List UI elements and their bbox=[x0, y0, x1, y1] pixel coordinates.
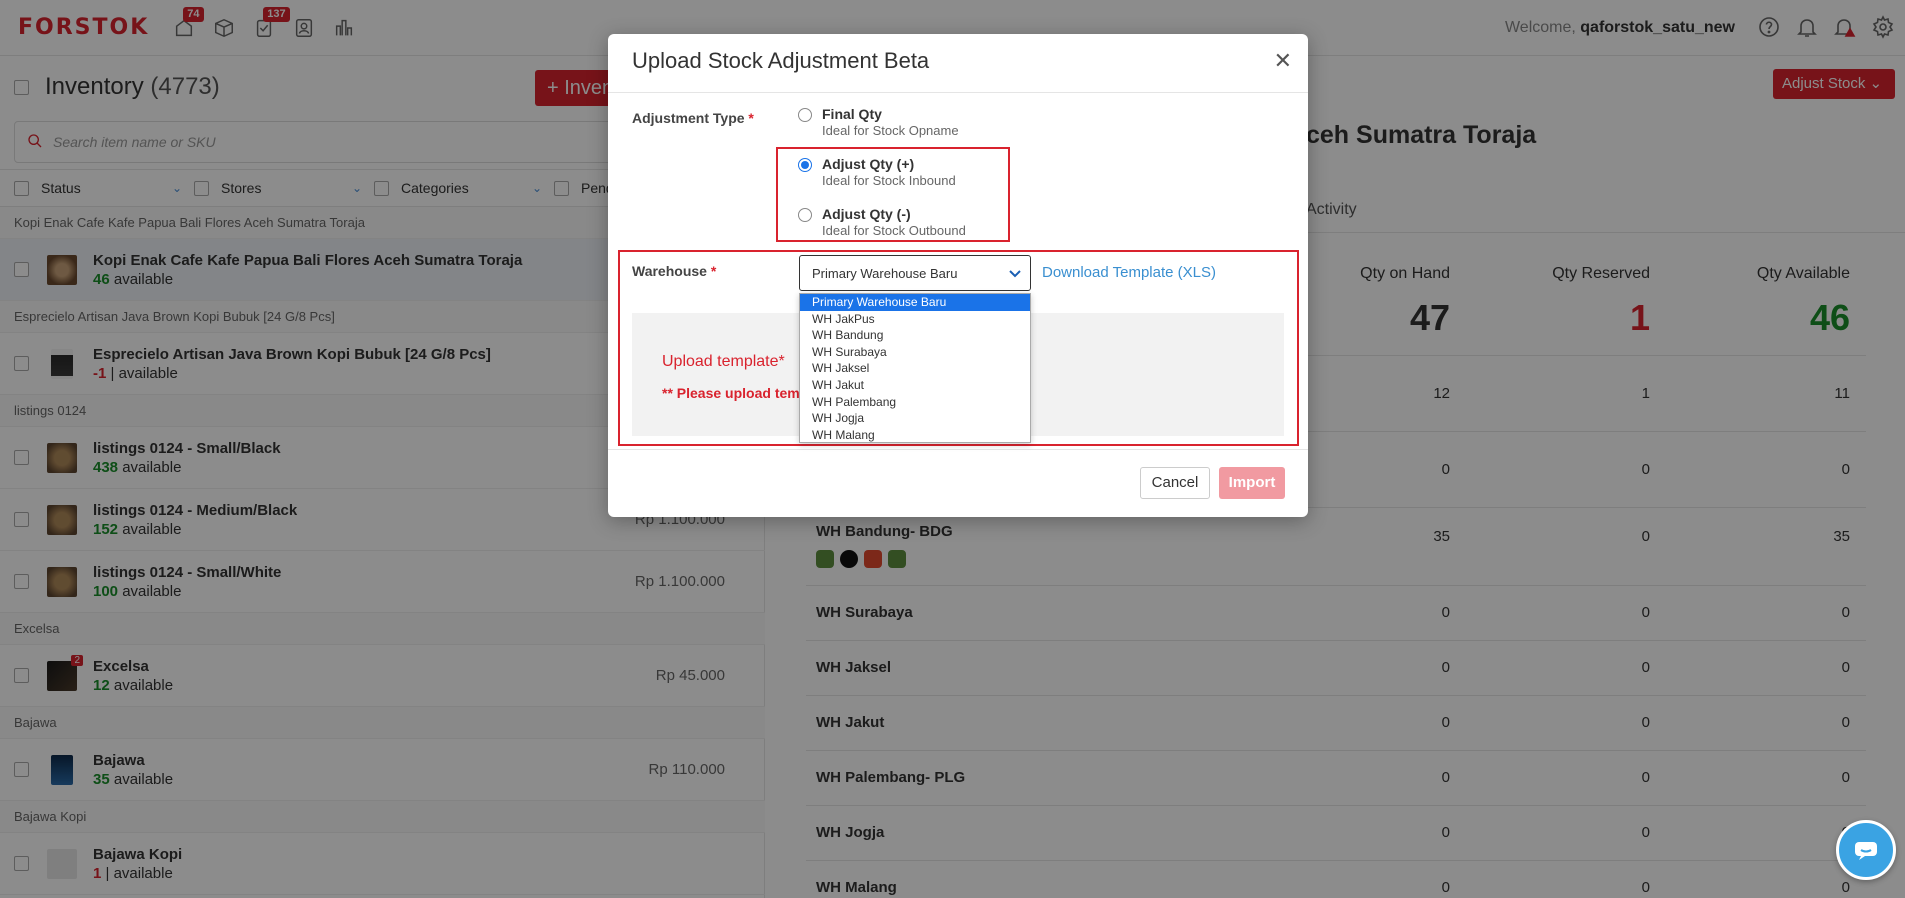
divider bbox=[608, 449, 1308, 450]
adjustment-type-text: Adjustment Type bbox=[632, 110, 745, 126]
option-title: Adjust Qty (+) bbox=[822, 156, 915, 172]
adjustment-type-label: Adjustment Type * bbox=[632, 110, 754, 126]
option-subtitle: Ideal for Stock Outbound bbox=[822, 223, 966, 238]
warehouse-selected-value: Primary Warehouse Baru bbox=[812, 265, 958, 281]
dropdown-option[interactable]: WH Jogja bbox=[800, 410, 1030, 427]
dropdown-option[interactable]: WH Surabaya bbox=[800, 344, 1030, 361]
option-subtitle: Ideal for Stock Opname bbox=[822, 123, 959, 138]
dropdown-option[interactable]: WH Malang bbox=[800, 427, 1030, 444]
upload-note: ** Please upload tem bbox=[662, 385, 800, 401]
required-mark: * bbox=[778, 353, 785, 370]
chevron-down-icon bbox=[1008, 266, 1022, 283]
option-final-qty[interactable]: Final Qty Ideal for Stock Opname bbox=[798, 106, 959, 138]
dropdown-option[interactable]: Primary Warehouse Baru bbox=[800, 294, 1030, 311]
upload-label-text: Upload template bbox=[662, 353, 779, 370]
radio-adjust-qty-plus[interactable] bbox=[798, 158, 812, 172]
option-adjust-qty-plus[interactable]: Adjust Qty (+) Ideal for Stock Inbound bbox=[798, 156, 956, 188]
radio-final-qty[interactable] bbox=[798, 108, 812, 122]
dropdown-option[interactable]: WH Bandung bbox=[800, 327, 1030, 344]
dropdown-option[interactable]: WH JakPus bbox=[800, 311, 1030, 328]
required-mark: * bbox=[710, 263, 717, 279]
option-title: Final Qty bbox=[822, 106, 882, 122]
upload-stock-adjustment-modal: Upload Stock Adjustment Beta ✕ Adjustmen… bbox=[608, 34, 1308, 517]
option-subtitle: Ideal for Stock Inbound bbox=[822, 173, 956, 188]
required-mark: * bbox=[748, 110, 754, 126]
modal-title: Upload Stock Adjustment Beta bbox=[632, 48, 930, 73]
upload-template-label: Upload template* bbox=[662, 353, 785, 371]
warehouse-select[interactable]: Primary Warehouse Baru bbox=[799, 255, 1031, 291]
warehouse-label: Warehouse * bbox=[632, 263, 716, 279]
divider bbox=[608, 92, 1308, 93]
download-template-link[interactable]: Download Template (XLS) bbox=[1042, 264, 1216, 281]
warehouse-label-text: Warehouse bbox=[632, 263, 707, 279]
dropdown-option[interactable]: WH Palembang bbox=[800, 394, 1030, 411]
option-adjust-qty-minus[interactable]: Adjust Qty (-) Ideal for Stock Outbound bbox=[798, 206, 966, 238]
radio-adjust-qty-minus[interactable] bbox=[798, 208, 812, 222]
chat-icon[interactable] bbox=[1836, 820, 1896, 880]
dropdown-option[interactable]: WH Jaksel bbox=[800, 360, 1030, 377]
dropdown-option[interactable]: WH Jakut bbox=[800, 377, 1030, 394]
cancel-button[interactable]: Cancel bbox=[1140, 467, 1210, 499]
import-button[interactable]: Import bbox=[1219, 467, 1285, 499]
close-icon[interactable]: ✕ bbox=[1274, 48, 1292, 74]
option-title: Adjust Qty (-) bbox=[822, 206, 911, 222]
warehouse-dropdown-list: Primary Warehouse Baru WH JakPus WH Band… bbox=[799, 293, 1031, 443]
